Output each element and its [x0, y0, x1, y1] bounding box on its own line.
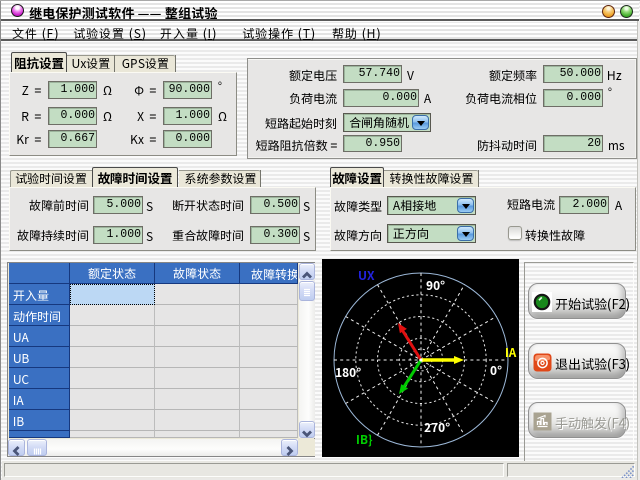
svg-text:0°: 0°	[490, 362, 502, 379]
svg-text:IB}: IB}	[356, 431, 373, 448]
svg-text:90°: 90°	[426, 277, 445, 294]
svg-text:180°: 180°	[335, 364, 361, 381]
svg-text:270°: 270°	[424, 419, 450, 436]
svg-text:IA: IA	[505, 344, 517, 361]
svg-text:UX: UX	[358, 267, 375, 284]
